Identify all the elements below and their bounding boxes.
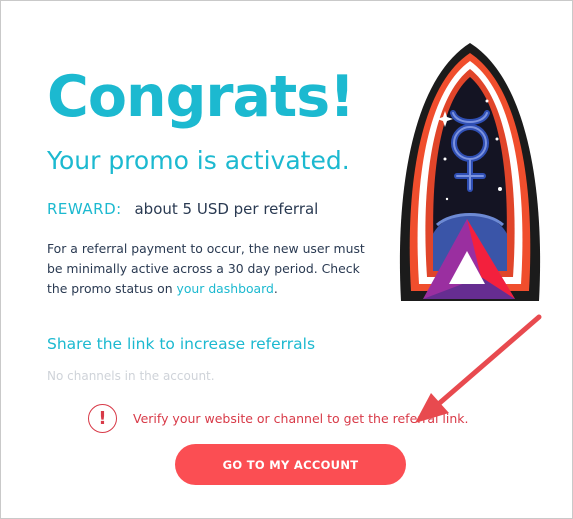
callout-arrow — [415, 314, 542, 423]
promo-panel: Congrats! Your promo is activated. REWAR… — [0, 0, 573, 519]
referral-description: For a referral payment to occur, the new… — [47, 239, 377, 299]
promo-badge-illustration — [399, 43, 541, 301]
alert-icon: ! — [88, 404, 117, 433]
page-subtitle: Your promo is activated. — [47, 146, 350, 175]
no-channels-text: No channels in the account. — [47, 369, 215, 383]
reward-label: REWARD: — [47, 200, 122, 218]
dashboard-link[interactable]: your dashboard — [177, 281, 274, 296]
share-section-title: Share the link to increase referrals — [47, 335, 316, 353]
go-to-account-button[interactable]: GO TO MY ACCOUNT — [175, 444, 406, 485]
reward-value: about 5 USD per referral — [134, 200, 319, 218]
page-title: Congrats! — [47, 64, 355, 130]
reward-row: REWARD: about 5 USD per referral — [47, 200, 318, 218]
description-suffix: . — [273, 281, 278, 296]
